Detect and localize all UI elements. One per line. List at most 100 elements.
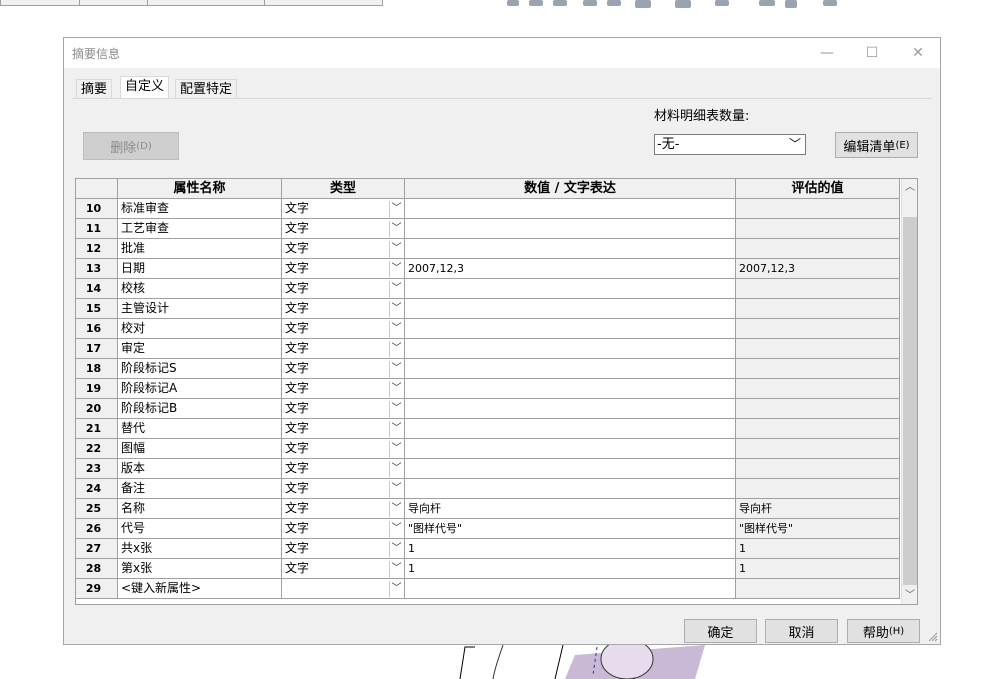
table-row[interactable]: 12 批准 文字 ﹀ bbox=[76, 239, 902, 259]
cancel-button[interactable]: 取消 bbox=[765, 619, 838, 643]
value-cell[interactable] bbox=[405, 279, 736, 299]
tab-summary[interactable]: 摘要 bbox=[76, 79, 113, 99]
table-row[interactable]: 15 主管设计 文字 ﹀ bbox=[76, 299, 902, 319]
property-name-cell[interactable]: 标准审查 bbox=[118, 199, 282, 219]
value-cell[interactable] bbox=[405, 299, 736, 319]
scroll-down-icon[interactable]: ﹀ bbox=[902, 587, 917, 604]
type-cell[interactable]: ﹀ bbox=[282, 579, 405, 599]
property-name-cell[interactable]: 代号 bbox=[118, 519, 282, 539]
property-name-cell[interactable]: 审定 bbox=[118, 339, 282, 359]
chevron-down-icon[interactable]: ﹀ bbox=[389, 521, 403, 537]
value-cell[interactable]: "图样代号" bbox=[405, 519, 736, 539]
type-cell[interactable]: 文字 ﹀ bbox=[282, 419, 405, 439]
type-cell[interactable]: 文字 ﹀ bbox=[282, 499, 405, 519]
type-cell[interactable]: 文字 ﹀ bbox=[282, 519, 405, 539]
table-row[interactable]: 16 校对 文字 ﹀ bbox=[76, 319, 902, 339]
tab-custom[interactable]: 自定义 bbox=[120, 76, 170, 99]
type-cell[interactable]: 文字 ﹀ bbox=[282, 299, 405, 319]
value-cell[interactable] bbox=[405, 339, 736, 359]
table-row[interactable]: 29 <键入新属性> ﹀ bbox=[76, 579, 902, 599]
value-cell[interactable] bbox=[405, 199, 736, 219]
value-cell[interactable] bbox=[405, 379, 736, 399]
type-cell[interactable]: 文字 ﹀ bbox=[282, 479, 405, 499]
row-number[interactable]: 25 bbox=[76, 499, 118, 519]
chevron-down-icon[interactable]: ﹀ bbox=[389, 461, 403, 477]
row-number[interactable]: 21 bbox=[76, 419, 118, 439]
table-row[interactable]: 24 备注 文字 ﹀ bbox=[76, 479, 902, 499]
chevron-down-icon[interactable]: ﹀ bbox=[389, 261, 403, 277]
type-cell[interactable]: 文字 ﹀ bbox=[282, 259, 405, 279]
property-name-cell[interactable]: 第x张 bbox=[118, 559, 282, 579]
row-number[interactable]: 13 bbox=[76, 259, 118, 279]
table-row[interactable]: 22 图幅 文字 ﹀ bbox=[76, 439, 902, 459]
row-number[interactable]: 23 bbox=[76, 459, 118, 479]
value-cell[interactable] bbox=[405, 319, 736, 339]
chevron-down-icon[interactable]: ﹀ bbox=[389, 481, 403, 497]
help-button[interactable]: 帮助 (H) bbox=[847, 619, 920, 643]
chevron-down-icon[interactable]: ﹀ bbox=[389, 361, 403, 377]
table-row[interactable]: 20 阶段标记B 文字 ﹀ bbox=[76, 399, 902, 419]
type-cell[interactable]: 文字 ﹀ bbox=[282, 319, 405, 339]
type-cell[interactable]: 文字 ﹀ bbox=[282, 339, 405, 359]
property-name-cell[interactable]: 备注 bbox=[118, 479, 282, 499]
grid-scrollbar[interactable]: ︿ ﹀ bbox=[901, 179, 917, 604]
property-name-cell[interactable]: 工艺审查 bbox=[118, 219, 282, 239]
type-cell[interactable]: 文字 ﹀ bbox=[282, 379, 405, 399]
table-row[interactable]: 27 共x张 文字 ﹀ 1 1 bbox=[76, 539, 902, 559]
maximize-button[interactable]: ☐ bbox=[849, 38, 895, 68]
row-number[interactable]: 28 bbox=[76, 559, 118, 579]
type-cell[interactable]: 文字 ﹀ bbox=[282, 199, 405, 219]
delete-button[interactable]: 删除 (D) bbox=[83, 132, 179, 160]
table-row[interactable]: 19 阶段标记A 文字 ﹀ bbox=[76, 379, 902, 399]
header-corner[interactable] bbox=[76, 179, 118, 199]
header-type[interactable]: 类型 bbox=[282, 179, 405, 199]
value-cell[interactable] bbox=[405, 219, 736, 239]
header-value[interactable]: 数值 / 文字表达 bbox=[405, 179, 736, 199]
chevron-down-icon[interactable]: ﹀ bbox=[389, 321, 403, 337]
value-cell[interactable]: 1 bbox=[405, 559, 736, 579]
chevron-down-icon[interactable]: ﹀ bbox=[389, 421, 403, 437]
row-number[interactable]: 27 bbox=[76, 539, 118, 559]
bom-quantity-select[interactable]: -无- ﹀ bbox=[654, 134, 806, 155]
type-cell[interactable]: 文字 ﹀ bbox=[282, 559, 405, 579]
type-cell[interactable]: 文字 ﹀ bbox=[282, 539, 405, 559]
property-name-cell[interactable]: 阶段标记S bbox=[118, 359, 282, 379]
property-name-cell[interactable]: 图幅 bbox=[118, 439, 282, 459]
type-cell[interactable]: 文字 ﹀ bbox=[282, 239, 405, 259]
property-name-cell[interactable]: 共x张 bbox=[118, 539, 282, 559]
tab-config-specific[interactable]: 配置特定 bbox=[175, 79, 238, 99]
chevron-down-icon[interactable]: ﹀ bbox=[389, 501, 403, 517]
value-cell[interactable] bbox=[405, 459, 736, 479]
row-number[interactable]: 11 bbox=[76, 219, 118, 239]
table-row[interactable]: 13 日期 文字 ﹀ 2007,12,3 2007,12,3 bbox=[76, 259, 902, 279]
table-row[interactable]: 18 阶段标记S 文字 ﹀ bbox=[76, 359, 902, 379]
row-number[interactable]: 17 bbox=[76, 339, 118, 359]
type-cell[interactable]: 文字 ﹀ bbox=[282, 359, 405, 379]
value-cell[interactable]: 导向杆 bbox=[405, 499, 736, 519]
value-cell[interactable] bbox=[405, 479, 736, 499]
table-row[interactable]: 10 标准审查 文字 ﹀ bbox=[76, 199, 902, 219]
edit-list-button[interactable]: 编辑清单 (E) bbox=[835, 132, 918, 158]
chevron-down-icon[interactable]: ﹀ bbox=[389, 241, 403, 257]
resize-grip-icon[interactable] bbox=[928, 632, 938, 642]
property-name-cell[interactable]: 主管设计 bbox=[118, 299, 282, 319]
chevron-down-icon[interactable]: ﹀ bbox=[389, 541, 403, 557]
property-name-cell[interactable]: 批准 bbox=[118, 239, 282, 259]
value-cell[interactable] bbox=[405, 439, 736, 459]
chevron-down-icon[interactable]: ﹀ bbox=[389, 381, 403, 397]
row-number[interactable]: 20 bbox=[76, 399, 118, 419]
chevron-down-icon[interactable]: ﹀ bbox=[389, 441, 403, 457]
row-number[interactable]: 19 bbox=[76, 379, 118, 399]
type-cell[interactable]: 文字 ﹀ bbox=[282, 399, 405, 419]
value-cell[interactable] bbox=[405, 419, 736, 439]
property-name-cell[interactable]: 校对 bbox=[118, 319, 282, 339]
table-row[interactable]: 26 代号 文字 ﹀ "图样代号" "图样代号" bbox=[76, 519, 902, 539]
property-name-cell[interactable]: 替代 bbox=[118, 419, 282, 439]
type-cell[interactable]: 文字 ﹀ bbox=[282, 459, 405, 479]
type-cell[interactable]: 文字 ﹀ bbox=[282, 279, 405, 299]
value-cell[interactable] bbox=[405, 399, 736, 419]
property-name-cell[interactable]: 阶段标记B bbox=[118, 399, 282, 419]
scroll-up-icon[interactable]: ︿ bbox=[902, 179, 917, 196]
value-cell[interactable] bbox=[405, 579, 736, 599]
value-cell[interactable] bbox=[405, 239, 736, 259]
